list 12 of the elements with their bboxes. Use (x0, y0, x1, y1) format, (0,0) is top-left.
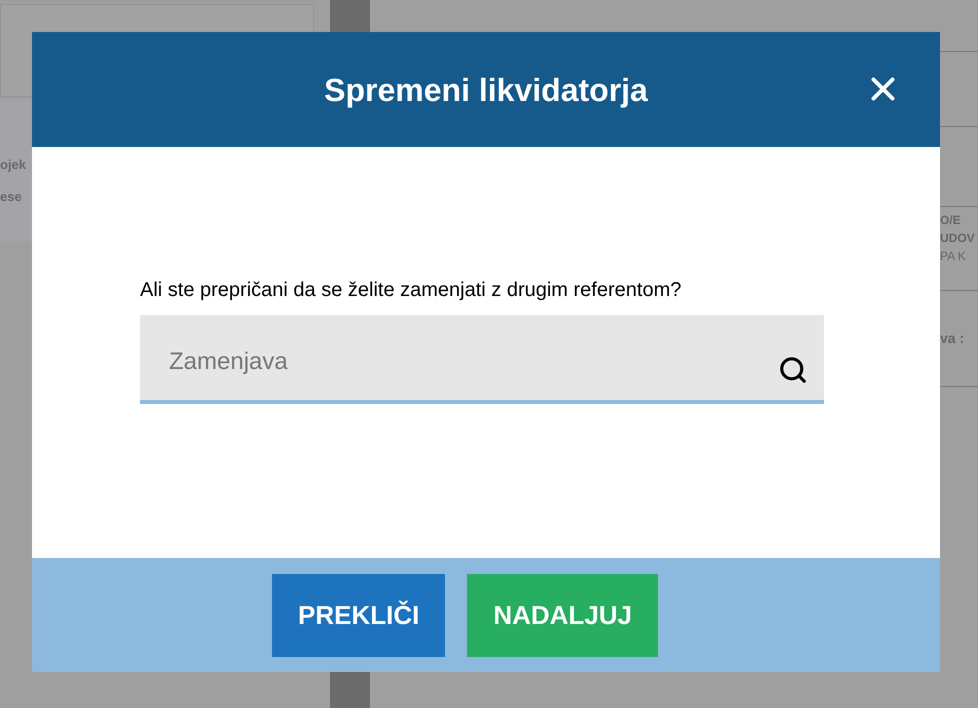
prompt-text: Ali ste prepričani da se želite zamenjati z drugim referentom? (140, 278, 682, 303)
cancel-button[interactable]: PREKLIČI (272, 574, 446, 656)
background-text: UDOV (940, 230, 976, 247)
background-text: O/E (940, 212, 962, 229)
background-text: va : (940, 329, 964, 348)
background-text: PA K (940, 248, 967, 265)
background-text: ojek (0, 156, 28, 174)
background-text: ese (0, 188, 23, 206)
dialog-title: Spremeni likvidatorja (324, 70, 648, 110)
continue-button[interactable]: NADALJUJ (467, 574, 658, 656)
search-icon (778, 355, 808, 385)
search-field[interactable]: Zamenjava (140, 315, 824, 404)
